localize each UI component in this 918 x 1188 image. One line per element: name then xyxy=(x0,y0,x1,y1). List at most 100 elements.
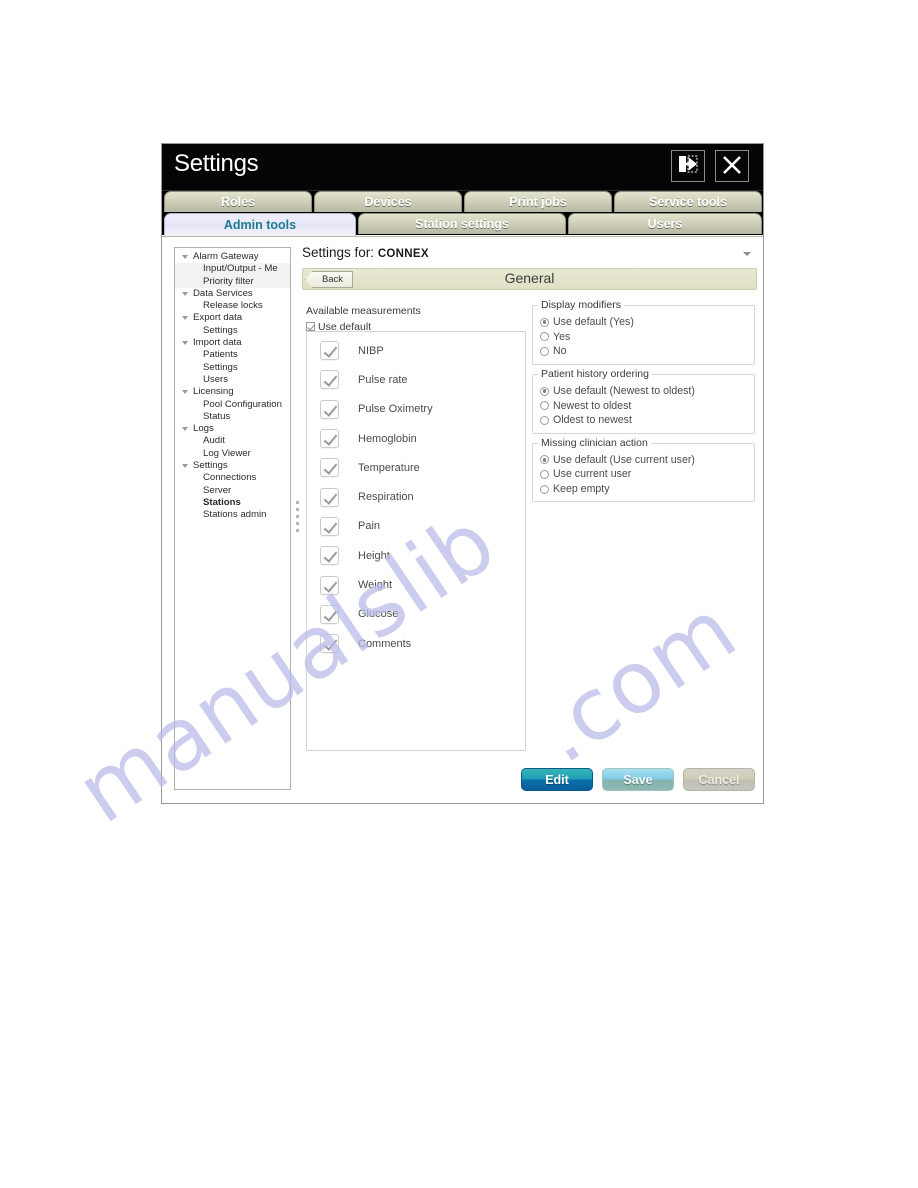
checkmark-icon[interactable] xyxy=(320,575,339,595)
expand-collapse-icon[interactable] xyxy=(182,316,188,321)
settings-content: Settings for: CONNEX Back General Availa… xyxy=(302,245,757,797)
radio-button-icon[interactable] xyxy=(540,469,549,479)
measurement-row[interactable]: Temperature xyxy=(307,453,525,482)
radio-button-icon[interactable] xyxy=(540,317,549,327)
checkmark-icon[interactable] xyxy=(320,399,339,419)
tree-item-data-services[interactable]: Data Services xyxy=(175,288,290,300)
measurement-row[interactable]: NIBP xyxy=(307,336,525,365)
radio-option[interactable]: Keep empty xyxy=(533,482,754,497)
tree-item-patients[interactable]: Patients xyxy=(175,349,290,361)
tree-item-audit[interactable]: Audit xyxy=(175,435,290,447)
tab-devices[interactable]: Devices xyxy=(314,191,462,212)
checkmark-icon[interactable] xyxy=(320,487,339,507)
checkmark-icon[interactable] xyxy=(320,516,339,536)
settings-for-label: Settings for: xyxy=(302,245,375,260)
tree-item-logs[interactable]: Logs xyxy=(175,423,290,435)
radio-option[interactable]: No xyxy=(533,344,754,359)
radio-option[interactable]: Newest to oldest xyxy=(533,398,754,413)
tree-item-alarm-gateway[interactable]: Alarm Gateway xyxy=(175,251,290,263)
measurement-row[interactable]: Hemoglobin xyxy=(307,424,525,453)
tree-item-label: Log Viewer xyxy=(203,447,251,459)
radio-button-icon[interactable] xyxy=(540,415,549,425)
panel-splitter[interactable] xyxy=(295,247,301,790)
fieldset-missing-clinician-action: Missing clinician action Use default (Use… xyxy=(532,436,755,503)
checkmark-icon[interactable] xyxy=(320,634,339,654)
tree-item-log-viewer[interactable]: Log Viewer xyxy=(175,448,290,460)
checkmark-icon[interactable] xyxy=(320,546,339,566)
radio-button-icon[interactable] xyxy=(540,455,549,465)
radio-option[interactable]: Use default (Newest to oldest) xyxy=(533,384,754,399)
tree-item-connections[interactable]: Connections xyxy=(175,472,290,484)
tab-print-jobs[interactable]: Print jobs xyxy=(464,191,612,212)
radio-button-icon[interactable] xyxy=(540,386,549,396)
radio-option[interactable]: Use default (Yes) xyxy=(533,315,754,330)
measurement-row[interactable]: Glucose xyxy=(307,600,525,629)
measurement-row[interactable]: Weight xyxy=(307,570,525,599)
page-title: General xyxy=(504,270,555,286)
expand-collapse-icon[interactable] xyxy=(182,390,188,395)
radio-option[interactable]: Yes xyxy=(533,330,754,345)
measurement-row[interactable]: Pulse rate xyxy=(307,365,525,394)
edit-button[interactable]: Edit xyxy=(521,768,593,791)
available-measurements-label: Available measurements xyxy=(306,305,421,317)
checkbox-icon xyxy=(306,322,315,331)
tab-users[interactable]: Users xyxy=(568,213,762,234)
exit-icon[interactable] xyxy=(671,150,705,182)
measurement-row[interactable]: Comments xyxy=(307,629,525,658)
tree-item-stations[interactable]: Stations xyxy=(175,497,290,509)
checkmark-icon[interactable] xyxy=(320,341,339,361)
checkmark-icon[interactable] xyxy=(320,370,339,390)
close-icon[interactable] xyxy=(715,150,749,182)
tree-item-settings[interactable]: Settings xyxy=(175,325,290,337)
radio-button-icon[interactable] xyxy=(540,332,549,342)
tree-item-stations-admin[interactable]: Stations admin xyxy=(175,509,290,521)
measurement-row[interactable]: Pain xyxy=(307,512,525,541)
expand-collapse-icon[interactable] xyxy=(182,291,188,296)
tree-item-input-output-me[interactable]: Input/Output - Me xyxy=(175,263,290,276)
tree-item-label: Stations xyxy=(203,496,241,508)
tab-roles[interactable]: Roles xyxy=(164,191,312,212)
measurement-row[interactable]: Pulse Oximetry xyxy=(307,395,525,424)
radio-button-icon[interactable] xyxy=(540,401,549,411)
measurement-label: Pulse rate xyxy=(358,373,408,386)
expand-collapse-icon[interactable] xyxy=(182,341,188,346)
tab-service-tools[interactable]: Service tools xyxy=(614,191,762,212)
expand-collapse-icon[interactable] xyxy=(182,464,188,469)
measurement-label: Glucose xyxy=(358,608,399,621)
measurement-row[interactable]: Respiration xyxy=(307,482,525,511)
tree-item-label: Priority filter xyxy=(203,275,254,287)
tree-item-status[interactable]: Status xyxy=(175,411,290,423)
tab-admin-tools[interactable]: Admin tools xyxy=(164,213,356,236)
navigation-tree[interactable]: Alarm Gateway Input/Output - Me Priority f… xyxy=(174,247,291,790)
tree-item-export-data[interactable]: Export data xyxy=(175,312,290,324)
tree-item-label: Logs xyxy=(193,423,214,435)
tree-item-label: Users xyxy=(203,373,229,385)
tree-item-release-locks[interactable]: Release locks xyxy=(175,300,290,312)
expand-collapse-icon[interactable] xyxy=(182,427,188,432)
tree-item-pool-configuration[interactable]: Pool Configuration xyxy=(175,399,290,411)
tree-item-settings[interactable]: Settings xyxy=(175,362,290,374)
measurement-row[interactable]: Height xyxy=(307,541,525,570)
tab-row-primary: Roles Devices Print jobs Service tools xyxy=(162,191,763,213)
measurements-list[interactable]: NIBP Pulse rate Pulse Oximetry Hemoglobin Te… xyxy=(306,331,526,751)
expand-collapse-icon[interactable] xyxy=(182,255,188,259)
settings-for-value: CONNEX xyxy=(377,248,429,260)
checkmark-icon[interactable] xyxy=(320,458,339,478)
radio-option-label: Keep empty xyxy=(553,483,610,496)
tab-station-settings[interactable]: Station settings xyxy=(358,213,566,234)
tree-item-users[interactable]: Users xyxy=(175,374,290,386)
tree-item-priority-filter[interactable]: Priority filter xyxy=(175,275,290,288)
checkmark-icon[interactable] xyxy=(320,429,339,449)
tree-item-licensing[interactable]: Licensing xyxy=(175,386,290,398)
tree-item-server[interactable]: Server xyxy=(175,485,290,497)
radio-option[interactable]: Use current user xyxy=(533,467,754,482)
tree-item-settings[interactable]: Settings xyxy=(175,460,290,472)
tree-item-import-data[interactable]: Import data xyxy=(175,337,290,349)
radio-button-icon[interactable] xyxy=(540,484,549,494)
radio-option[interactable]: Use default (Use current user) xyxy=(533,453,754,468)
checkmark-icon[interactable] xyxy=(320,604,339,624)
chevron-down-icon[interactable] xyxy=(743,252,751,256)
radio-option[interactable]: Oldest to newest xyxy=(533,413,754,428)
radio-button-icon[interactable] xyxy=(540,346,549,356)
tree-item-label: Licensing xyxy=(193,386,234,398)
